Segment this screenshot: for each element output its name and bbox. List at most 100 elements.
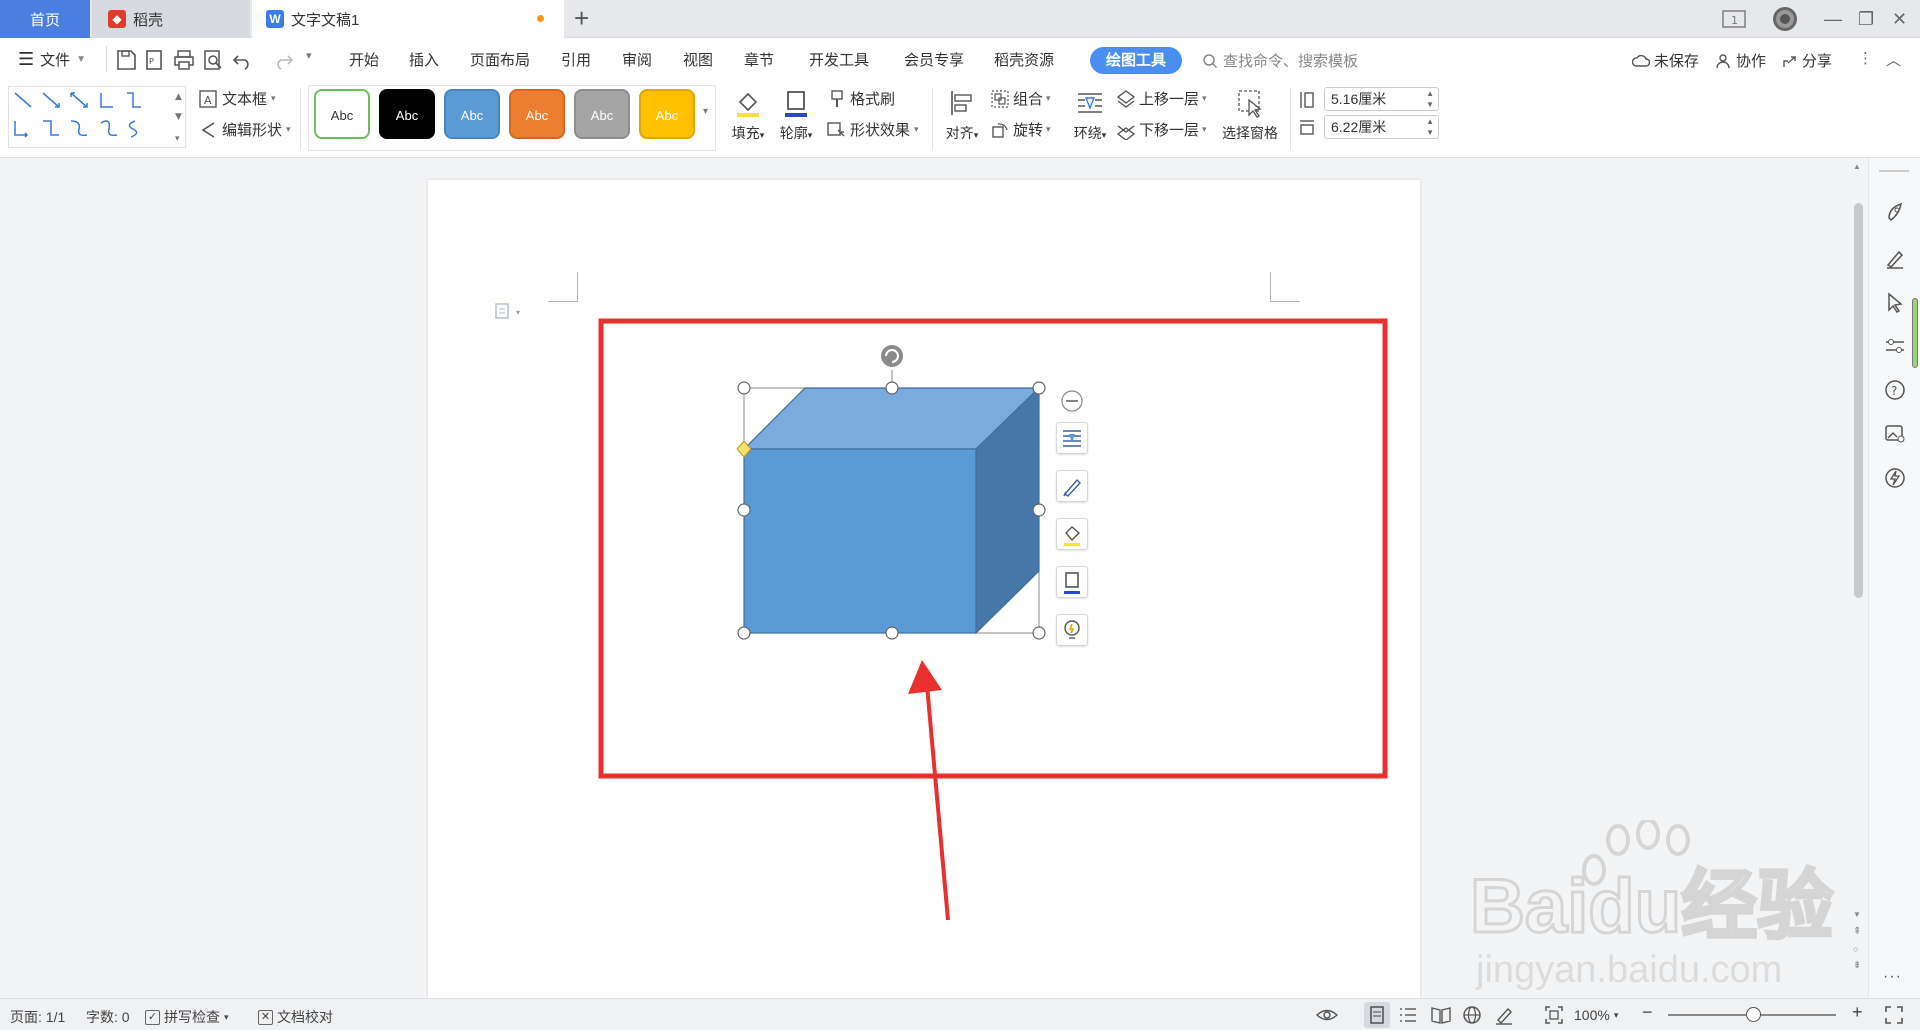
minimize-icon[interactable]: — xyxy=(1824,0,1842,38)
lightning-icon[interactable] xyxy=(1883,466,1907,490)
shape-height-input[interactable]: 5.16厘米 ▲ ▼ xyxy=(1324,87,1439,111)
web-view-icon[interactable] xyxy=(1462,1005,1482,1025)
menu-page-layout[interactable]: 页面布局 xyxy=(470,49,530,70)
sidebar-expand-handle[interactable] xyxy=(1912,298,1918,368)
redo-icon[interactable] xyxy=(272,48,296,72)
collapse-ribbon-icon[interactable]: ︿ xyxy=(1886,49,1901,70)
selection-pane-button[interactable]: 选择窗格 xyxy=(1218,88,1282,143)
shape-width-input[interactable]: 6.22厘米 ▲ ▼ xyxy=(1324,115,1439,139)
reading-view-icon[interactable] xyxy=(1430,1005,1452,1025)
shape-effect-button[interactable]: 形状效果 ▾ xyxy=(826,119,919,140)
menu-view[interactable]: 视图 xyxy=(683,49,713,70)
page-indicator[interactable]: 页面: 1/1 xyxy=(10,1007,65,1027)
bring-forward-button[interactable]: 上移一层 ▾ xyxy=(1116,88,1207,109)
more-vertical-icon[interactable]: ⋮ xyxy=(1858,49,1873,67)
menu-chapter[interactable]: 章节 xyxy=(744,49,774,70)
align-button[interactable]: 对齐▾ xyxy=(940,88,984,143)
zoom-slider-thumb[interactable] xyxy=(1746,1007,1761,1022)
shape-idea-bulb-icon[interactable] xyxy=(1056,614,1088,646)
chevron-down-icon: ▾ xyxy=(1202,93,1207,103)
print-icon[interactable] xyxy=(172,48,196,72)
file-menu[interactable]: ☰ 文件 ▼ xyxy=(18,49,86,70)
menu-member[interactable]: 会员专享 xyxy=(904,49,964,70)
write-mode-icon[interactable] xyxy=(1494,1005,1514,1025)
shape-style-2[interactable]: Abc xyxy=(379,89,435,139)
adjust-sliders-icon[interactable] xyxy=(1883,334,1907,358)
spinner-arrows-icon[interactable]: ▲ ▼ xyxy=(1426,116,1434,138)
more-horizontal-icon[interactable]: ··· xyxy=(1883,968,1902,986)
menu-start[interactable]: 开始 xyxy=(349,49,379,70)
textbox-button[interactable]: A 文本框 ▾ xyxy=(198,88,276,109)
line-shape-gallery[interactable]: ▲ ▼ ▾ xyxy=(8,86,186,148)
proofread-button[interactable]: ✕ 文档校对 xyxy=(258,1007,333,1027)
page-view-button[interactable] xyxy=(1364,1002,1390,1028)
rocket-icon[interactable] xyxy=(1883,200,1907,224)
menu-references[interactable]: 引用 xyxy=(561,49,591,70)
eye-protection-icon[interactable] xyxy=(1316,1006,1338,1024)
rotate-button[interactable]: 旋转 ▾ xyxy=(990,119,1051,140)
outline-button[interactable]: 轮廓▾ xyxy=(776,88,816,143)
daoke-logo-icon: ◆ xyxy=(108,10,126,28)
word-count[interactable]: 字数: 0 xyxy=(86,1007,130,1027)
shape-style-3[interactable]: Abc xyxy=(444,89,500,139)
share-button[interactable]: 分享 xyxy=(1782,50,1832,71)
spell-check-button[interactable]: ✓ 拼写检查 ▾ xyxy=(145,1007,229,1027)
group-button[interactable]: 组合 ▾ xyxy=(990,88,1051,109)
menu-daoke-resources[interactable]: 稻壳资源 xyxy=(994,49,1054,70)
style-gallery-more-icon[interactable]: ▾ xyxy=(703,106,708,117)
window-layout-icon[interactable]: 1 xyxy=(1722,0,1746,38)
shape-style-6[interactable]: Abc xyxy=(639,89,695,139)
user-avatar[interactable] xyxy=(1772,0,1798,38)
zoom-out-icon[interactable]: − xyxy=(1642,1002,1653,1023)
menu-review[interactable]: 审阅 xyxy=(622,49,652,70)
format-brush-button[interactable]: 格式刷 xyxy=(828,88,895,109)
select-browse-object-icon[interactable]: ○ xyxy=(1853,944,1858,954)
tab-home[interactable]: 首页 xyxy=(0,0,90,38)
export-pdf-icon[interactable]: P xyxy=(143,48,167,72)
shape-style-4[interactable]: Abc xyxy=(509,89,565,139)
undo-icon[interactable] xyxy=(230,48,254,72)
save-icon[interactable] xyxy=(114,48,138,72)
scrollbar-thumb[interactable] xyxy=(1854,203,1863,598)
quick-outline-icon[interactable] xyxy=(1056,566,1088,598)
send-backward-button[interactable]: 下移一层 ▾ xyxy=(1116,119,1207,140)
next-page-icon[interactable]: ⇟ xyxy=(1853,960,1861,971)
menu-developer[interactable]: 开发工具 xyxy=(809,49,869,70)
collaborate-button[interactable]: 协作 xyxy=(1716,50,1766,71)
collapse-tools-icon[interactable] xyxy=(1061,390,1083,412)
shape-style-1[interactable]: Abc xyxy=(314,89,370,139)
scroll-up-icon[interactable]: ▲ xyxy=(1853,162,1861,171)
new-tab-plus-icon[interactable]: + xyxy=(574,5,589,31)
quick-fill-icon[interactable] xyxy=(1056,518,1088,550)
fill-button[interactable]: 填充▾ xyxy=(728,88,768,143)
shape-style-5[interactable]: Abc xyxy=(574,89,630,139)
quick-access-more-icon[interactable]: ▾ xyxy=(306,49,312,62)
spinner-arrows-icon[interactable]: ▲ ▼ xyxy=(1426,88,1434,110)
prev-page-icon[interactable]: ⇞ xyxy=(1853,926,1861,937)
image-tools-icon[interactable] xyxy=(1883,422,1907,446)
outline-view-icon[interactable] xyxy=(1398,1006,1418,1024)
menu-insert[interactable]: 插入 xyxy=(409,49,439,70)
cube-shape[interactable] xyxy=(742,386,1041,635)
zoom-in-icon[interactable]: + xyxy=(1852,1002,1863,1023)
edit-brush-icon[interactable] xyxy=(1056,470,1088,502)
fit-page-icon[interactable] xyxy=(1544,1005,1564,1025)
tab-document[interactable]: W 文字文稿1 xyxy=(252,0,564,38)
command-search[interactable]: 查找命令、搜索模板 xyxy=(1202,50,1358,71)
print-preview-icon[interactable] xyxy=(201,48,225,72)
restore-icon[interactable]: ❐ xyxy=(1858,0,1874,38)
edit-shape-button[interactable]: 编辑形状 ▾ xyxy=(198,119,291,140)
pen-icon[interactable] xyxy=(1883,246,1907,270)
scroll-down-icon[interactable]: ▼ xyxy=(1853,910,1861,919)
tab-drawing-tools[interactable]: 绘图工具 xyxy=(1090,47,1182,74)
close-icon[interactable]: ✕ xyxy=(1892,0,1907,38)
zoom-level-dropdown[interactable]: 100% ▾ xyxy=(1574,1007,1618,1023)
layout-options-icon[interactable] xyxy=(1056,422,1088,454)
fullscreen-icon[interactable] xyxy=(1884,1005,1904,1025)
tab-daoke[interactable]: ◆ 稻壳 xyxy=(92,0,250,38)
wrap-button[interactable]: 环绕▾ xyxy=(1068,88,1112,143)
unsaved-button[interactable]: 未保存 xyxy=(1632,50,1699,71)
pointer-icon[interactable] xyxy=(1883,290,1907,314)
help-icon[interactable]: ? xyxy=(1883,378,1907,402)
vertical-scrollbar[interactable]: ▲ ▼ ⇞ ○ ⇟ xyxy=(1848,158,1868,998)
